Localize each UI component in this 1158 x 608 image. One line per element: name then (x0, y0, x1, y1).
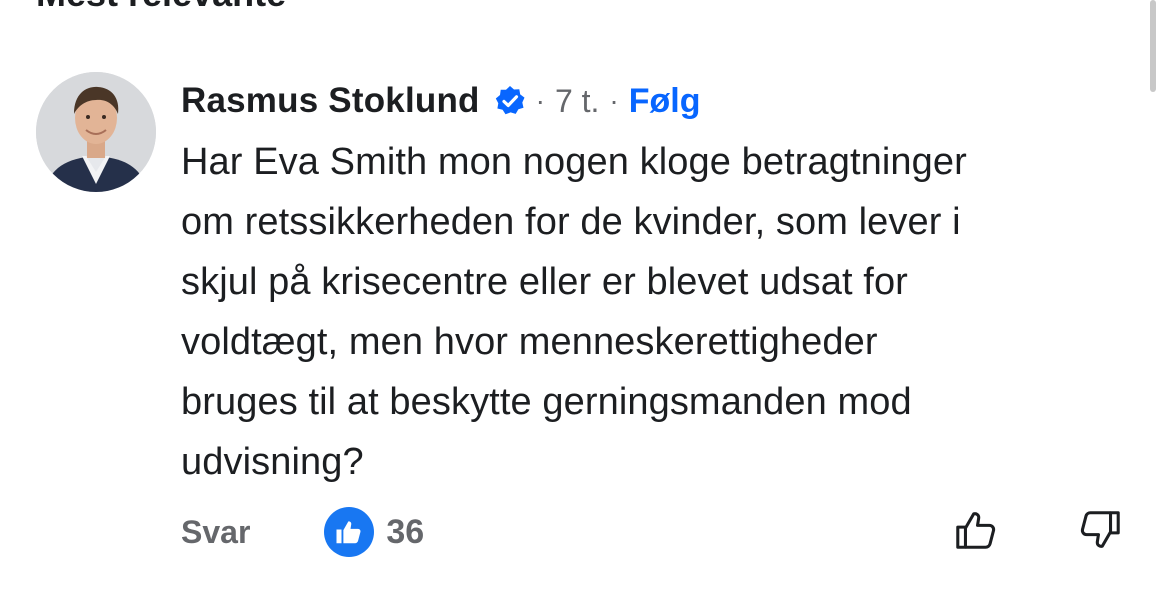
follow-button[interactable]: Følg (629, 82, 701, 121)
comment-line: om retssikkerheden for de kvinder, som l… (181, 201, 961, 243)
reply-button[interactable]: Svar (181, 514, 250, 551)
comment-line: skjul på krisecentre eller er blevet uds… (181, 261, 908, 303)
timestamp[interactable]: 7 t. (555, 83, 599, 120)
sort-dropdown[interactable]: Mest relevante (36, 0, 326, 14)
reaction-summary[interactable]: 36 (324, 507, 424, 557)
comment-line: bruges til at beskytte gerningsmanden mo… (181, 381, 912, 423)
comment-header: Rasmus Stoklund · 7 t. · Følg (181, 78, 701, 124)
chevron-down-icon (304, 0, 326, 1)
comment-actions: Svar 36 (181, 506, 424, 558)
verified-badge-icon (494, 85, 526, 117)
author-name[interactable]: Rasmus Stoklund (181, 81, 480, 121)
thumbs-down-icon[interactable] (1074, 504, 1126, 556)
separator-dot: · (535, 85, 545, 116)
comment-line: voldtægt, men hvor menneskerettigheder (181, 321, 878, 363)
scrollbar-thumb[interactable] (1150, 0, 1156, 92)
sort-label: Mest relevante (36, 0, 286, 15)
separator-dot: · (609, 85, 619, 116)
like-count: 36 (386, 512, 425, 551)
comment-body: Har Eva Smith mon nogen kloge betragtnin… (181, 132, 1141, 492)
comment-line: udvisning? (181, 441, 364, 483)
like-reaction-icon (324, 507, 375, 557)
comment-line: Har Eva Smith mon nogen kloge betragtnin… (181, 141, 967, 183)
thumbs-up-icon[interactable] (950, 504, 1002, 556)
avatar[interactable] (36, 72, 156, 192)
